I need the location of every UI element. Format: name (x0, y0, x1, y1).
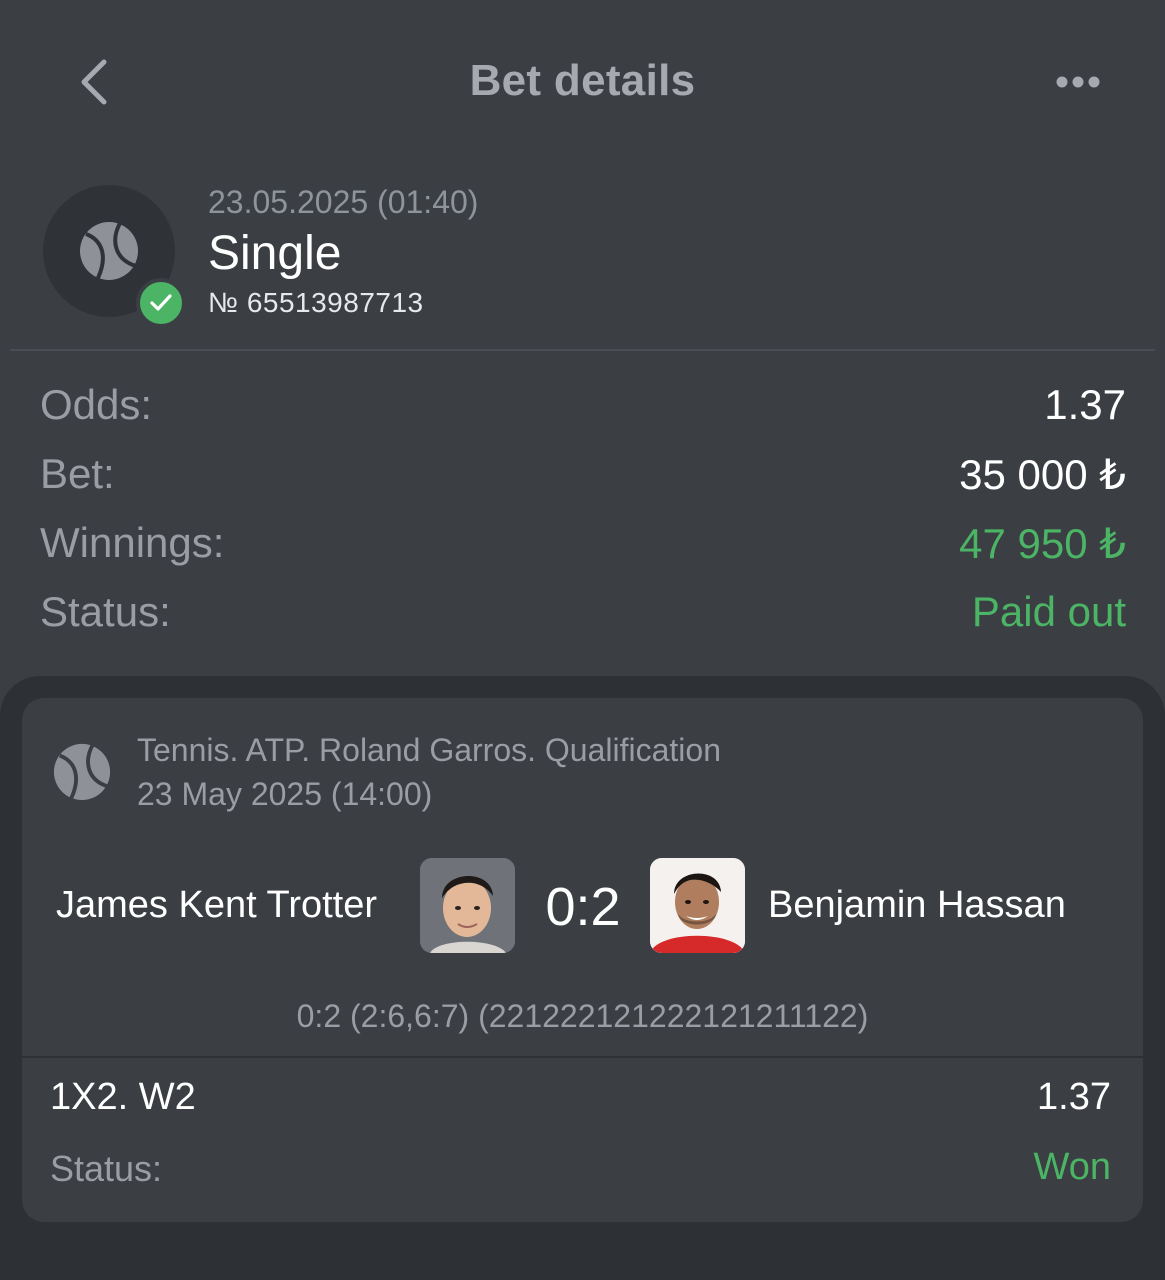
header-bar: Bet details (0, 0, 1165, 160)
bet-amount-label: Bet: (40, 450, 115, 497)
market-status-value: Won (1033, 1146, 1111, 1188)
team1-avatar (420, 858, 515, 953)
more-horizontal-icon (1056, 76, 1100, 88)
more-button[interactable] (1050, 62, 1110, 102)
tennis-ball-icon (53, 743, 111, 801)
bet-date: 23.05.2025 (01:40) (208, 184, 479, 220)
tennis-ball-icon (80, 222, 138, 280)
match-score: 0:2 (545, 877, 621, 937)
team2-name: Benjamin Hassan (768, 884, 1066, 926)
bet-amount-row: Bet: 35 000 ₺ (40, 450, 1126, 506)
event-league: Tennis. ATP. Roland Garros. Qualificatio… (137, 732, 721, 768)
odds-label: Odds: (40, 381, 153, 428)
team2-avatar (650, 858, 745, 953)
page-title: Bet details (469, 56, 696, 105)
status-row: Status: Paid out (40, 588, 1126, 644)
winnings-row: Winnings: 47 950 ₺ (40, 519, 1126, 575)
market-odds: 1.37 (1037, 1076, 1111, 1118)
winnings-value: 47 950 ₺ (959, 520, 1126, 567)
market-name: 1X2. W2 (50, 1076, 196, 1118)
status-label: Status: (40, 588, 171, 635)
bet-amount-value: 35 000 ₺ (959, 451, 1126, 498)
winnings-label: Winnings: (40, 519, 225, 566)
odds-row: Odds: 1.37 (40, 381, 1126, 437)
event-date: 23 May 2025 (14:00) (137, 776, 433, 812)
score-details: 0:2 (2:6,6:7) (221222121222121211122) (296, 998, 869, 1034)
status-value: Paid out (971, 588, 1126, 635)
check-circle-icon (136, 278, 186, 328)
market-status-label: Status: (50, 1148, 163, 1189)
divider (10, 349, 1155, 351)
bet-type: Single (208, 227, 342, 280)
odds-value: 1.37 (1044, 381, 1126, 428)
team1-name: James Kent Trotter (56, 884, 378, 926)
divider (22, 1056, 1143, 1058)
bet-number[interactable]: № 65513987713 (208, 287, 424, 319)
